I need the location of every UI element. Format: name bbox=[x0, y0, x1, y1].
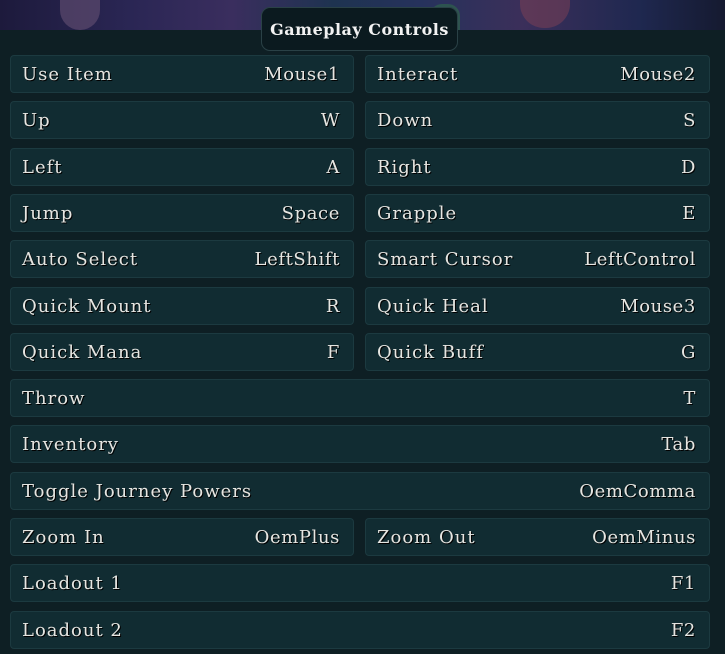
assigned-key: Mouse2 bbox=[620, 63, 696, 85]
keybind-quick-heal[interactable]: Quick Heal Mouse3 bbox=[365, 287, 710, 325]
action-label: Loadout 1 bbox=[22, 572, 123, 594]
keybind-right[interactable]: Right D bbox=[365, 148, 710, 186]
assigned-key: S bbox=[683, 109, 696, 131]
action-label: Quick Buff bbox=[377, 341, 484, 363]
keybind-throw[interactable]: Throw T bbox=[10, 379, 710, 417]
action-label: Zoom Out bbox=[377, 526, 476, 548]
keybind-smart-cursor[interactable]: Smart Cursor LeftControl bbox=[365, 240, 710, 278]
assigned-key: R bbox=[325, 295, 340, 317]
action-label: Quick Heal bbox=[377, 295, 489, 317]
action-label: Up bbox=[22, 109, 51, 131]
assigned-key: OemPlus bbox=[254, 526, 340, 548]
action-label: Interact bbox=[377, 63, 459, 85]
action-label: Quick Mana bbox=[22, 341, 143, 363]
assigned-key: E bbox=[682, 202, 696, 224]
assigned-key: LeftShift bbox=[254, 248, 340, 270]
keybind-zoom-in[interactable]: Zoom In OemPlus bbox=[10, 518, 354, 556]
action-label: Jump bbox=[22, 202, 74, 224]
keybind-quick-mount[interactable]: Quick Mount R bbox=[10, 287, 354, 325]
action-label: Auto Select bbox=[22, 248, 139, 270]
assigned-key: Mouse1 bbox=[264, 63, 340, 85]
keybind-quick-mana[interactable]: Quick Mana F bbox=[10, 333, 354, 371]
background-decoration bbox=[520, 0, 570, 28]
action-label: Loadout 2 bbox=[22, 619, 123, 641]
action-label: Inventory bbox=[22, 433, 119, 455]
assigned-key: OemComma bbox=[579, 480, 696, 502]
action-label: Grapple bbox=[377, 202, 458, 224]
keybind-zoom-out[interactable]: Zoom Out OemMinus bbox=[365, 518, 710, 556]
keybind-grapple[interactable]: Grapple E bbox=[365, 194, 710, 232]
assigned-key: F1 bbox=[670, 572, 696, 594]
action-label: Smart Cursor bbox=[377, 248, 514, 270]
keybind-left[interactable]: Left A bbox=[10, 148, 354, 186]
action-label: Throw bbox=[22, 387, 86, 409]
action-label: Use Item bbox=[22, 63, 113, 85]
assigned-key: T bbox=[683, 387, 696, 409]
assigned-key: D bbox=[680, 156, 696, 178]
assigned-key: F bbox=[326, 341, 340, 363]
action-label: Down bbox=[377, 109, 434, 131]
assigned-key: A bbox=[326, 156, 340, 178]
keybind-up[interactable]: Up W bbox=[10, 101, 354, 139]
panel-title: Gameplay Controls bbox=[270, 19, 449, 39]
keybind-inventory[interactable]: Inventory Tab bbox=[10, 425, 710, 463]
assigned-key: OemMinus bbox=[592, 526, 696, 548]
keybind-jump[interactable]: Jump Space bbox=[10, 194, 354, 232]
action-label: Quick Mount bbox=[22, 295, 152, 317]
assigned-key: W bbox=[320, 109, 340, 131]
action-label: Toggle Journey Powers bbox=[22, 480, 253, 502]
action-label: Right bbox=[377, 156, 432, 178]
background-decoration bbox=[60, 0, 100, 30]
assigned-key: F2 bbox=[670, 619, 696, 641]
assigned-key: Space bbox=[281, 202, 340, 224]
keybind-interact[interactable]: Interact Mouse2 bbox=[365, 55, 710, 93]
assigned-key: Mouse3 bbox=[620, 295, 696, 317]
keybind-loadout-2[interactable]: Loadout 2 F2 bbox=[10, 611, 710, 649]
panel-title-tab: Gameplay Controls bbox=[261, 7, 458, 51]
keybind-auto-select[interactable]: Auto Select LeftShift bbox=[10, 240, 354, 278]
keybind-down[interactable]: Down S bbox=[365, 101, 710, 139]
keybind-loadout-1[interactable]: Loadout 1 F1 bbox=[10, 564, 710, 602]
keybind-use-item[interactable]: Use Item Mouse1 bbox=[10, 55, 354, 93]
action-label: Left bbox=[22, 156, 63, 178]
assigned-key: Tab bbox=[661, 433, 696, 455]
assigned-key: LeftControl bbox=[584, 248, 696, 270]
action-label: Zoom In bbox=[22, 526, 105, 548]
keybind-quick-buff[interactable]: Quick Buff G bbox=[365, 333, 710, 371]
keybind-toggle-journey-powers[interactable]: Toggle Journey Powers OemComma bbox=[10, 472, 710, 510]
assigned-key: G bbox=[681, 341, 696, 363]
